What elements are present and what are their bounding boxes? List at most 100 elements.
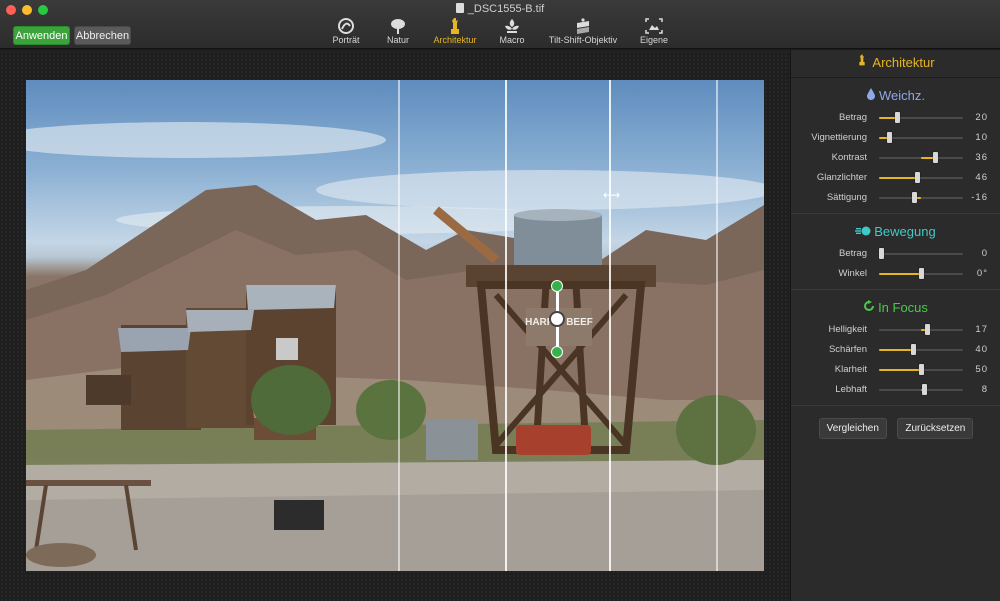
mode-portrait-label: Porträt [332,35,360,45]
slider-track[interactable] [879,172,963,183]
slider-thumb[interactable] [932,152,938,163]
focus-outer-line-left[interactable] [398,80,400,571]
slider-row: Vignettierung 10 [791,127,1000,147]
slider-thumb[interactable] [886,132,892,143]
mode-macro[interactable]: Macro [496,17,528,45]
mode-macro-label: Macro [499,35,525,45]
slider-row: Lebhaft 8 [791,379,1000,399]
slider-label: Klarheit [834,364,867,375]
mode-nature[interactable]: Natur [380,17,416,45]
slider-label: Winkel [838,268,867,279]
slider-value: 46 [975,172,988,183]
tree-icon [380,17,416,35]
portrait-icon [326,17,366,35]
slider-track[interactable] [879,248,963,259]
photo-preview[interactable]: HARRIS BEEF [26,80,764,571]
statue-icon [430,17,480,35]
focus-handle-bottom[interactable] [551,346,563,358]
slider-value: 0° [976,268,988,279]
mode-nature-label: Natur [386,35,409,45]
slider-row: Helligkeit 17 [791,319,1000,339]
slider-value: 17 [975,324,988,335]
slider-label: Helligkeit [828,324,867,335]
slider-row: Betrag 20 [791,107,1000,127]
slider-track[interactable] [879,192,963,203]
slider-track[interactable] [879,364,963,375]
window-title: _DSC1555-B.tif [0,3,1000,15]
slider-thumb[interactable] [918,364,924,375]
slider-track[interactable] [879,268,963,279]
slider-fill [879,349,913,351]
section-motion: Bewegung Betrag 0 Winkel 0° [791,214,1000,290]
slider-thumb[interactable] [879,248,884,259]
focus-inner-line-right[interactable] [609,80,611,571]
mode-custom[interactable]: Eigene [638,17,670,45]
slider-row: Sättigung -16 [791,187,1000,207]
slider-row: Klarheit 50 [791,359,1000,379]
slider-fill [879,177,918,179]
slider-row: Schärfen 40 [791,339,1000,359]
slider-value: 40 [975,344,988,355]
mode-tilt-shift[interactable]: Tilt-Shift-Objektiv [547,17,619,45]
slider-label: Betrag [839,112,867,123]
slider-thumb[interactable] [910,344,916,355]
slider-row: Winkel 0° [791,263,1000,283]
slider-value: 36 [975,152,988,163]
section-soften-title: Weichz. [791,83,1000,107]
compare-button[interactable]: Vergleichen [818,418,887,439]
slider-label: Vignettierung [811,132,867,143]
slider-label: Glanzlichter [816,172,867,183]
focus-inner-line-left[interactable] [505,80,507,571]
mode-tilt-shift-label: Tilt-Shift-Objektiv [548,35,618,45]
refresh-icon [863,295,875,321]
slider-value: 10 [975,132,988,143]
slider-value: -16 [971,192,988,203]
mode-custom-label: Eigene [639,35,669,45]
mode-portrait[interactable]: Porträt [326,17,366,45]
slider-track[interactable] [879,132,963,143]
window-title-text: _DSC1555-B.tif [467,3,545,15]
slider-thumb[interactable] [912,192,918,203]
toolbar: _DSC1555-B.tif Anwenden Abbrechen Porträ… [0,0,1000,49]
slider-track[interactable] [879,112,963,123]
custom-frame-icon [638,17,670,35]
slider-fill [879,273,921,275]
tilt-shift-icon [547,17,619,35]
slider-thumb[interactable] [915,172,921,183]
focus-rotate-handle[interactable] [549,311,565,327]
sidebar-header-title: Architektur [872,55,935,70]
section-in-focus-title: In Focus [791,295,1000,319]
slider-label: Kontrast [831,152,867,163]
slider-thumb[interactable] [894,112,900,123]
slider-thumb[interactable] [921,384,927,395]
slider-track[interactable] [879,152,963,163]
slider-thumb[interactable] [924,324,930,335]
focus-outer-line-right[interactable] [716,80,718,571]
slider-track[interactable] [879,324,963,335]
slider-label: Lebhaft [835,384,867,395]
photo-scene: HARRIS BEEF [26,122,764,571]
section-in-focus-title-text: In Focus [878,300,928,315]
slider-row: Betrag 0 [791,243,1000,263]
section-soften-title-text: Weichz. [879,88,925,103]
slider-track[interactable] [879,344,963,355]
resize-cursor-icon: ⟷ [603,188,621,202]
focus-handle-top[interactable] [551,280,563,292]
slider-row: Kontrast 36 [791,147,1000,167]
slider-value: 0 [981,248,988,259]
mode-architecture[interactable]: Architektur [430,17,480,45]
section-soften: Weichz. Betrag 20 Vignettierung 10 Kontrast 3… [791,78,1000,214]
mode-architecture-label: Architektur [433,35,477,45]
slider-value: 50 [975,364,988,375]
reset-button[interactable]: Zurücksetzen [897,418,974,439]
droplet-icon [866,83,876,109]
slider-label: Sättigung [826,192,867,203]
slider-value: 8 [981,384,988,395]
motion-icon [855,219,871,245]
statue-icon [856,50,868,76]
mode-bar: Porträt Natur Architektur Macro Tilt-Shi… [0,17,1000,47]
slider-track[interactable] [879,384,963,395]
slider-label: Betrag [839,248,867,259]
sidebar-footer: Vergleichen Zurücksetzen [791,418,1000,439]
slider-thumb[interactable] [918,268,924,279]
